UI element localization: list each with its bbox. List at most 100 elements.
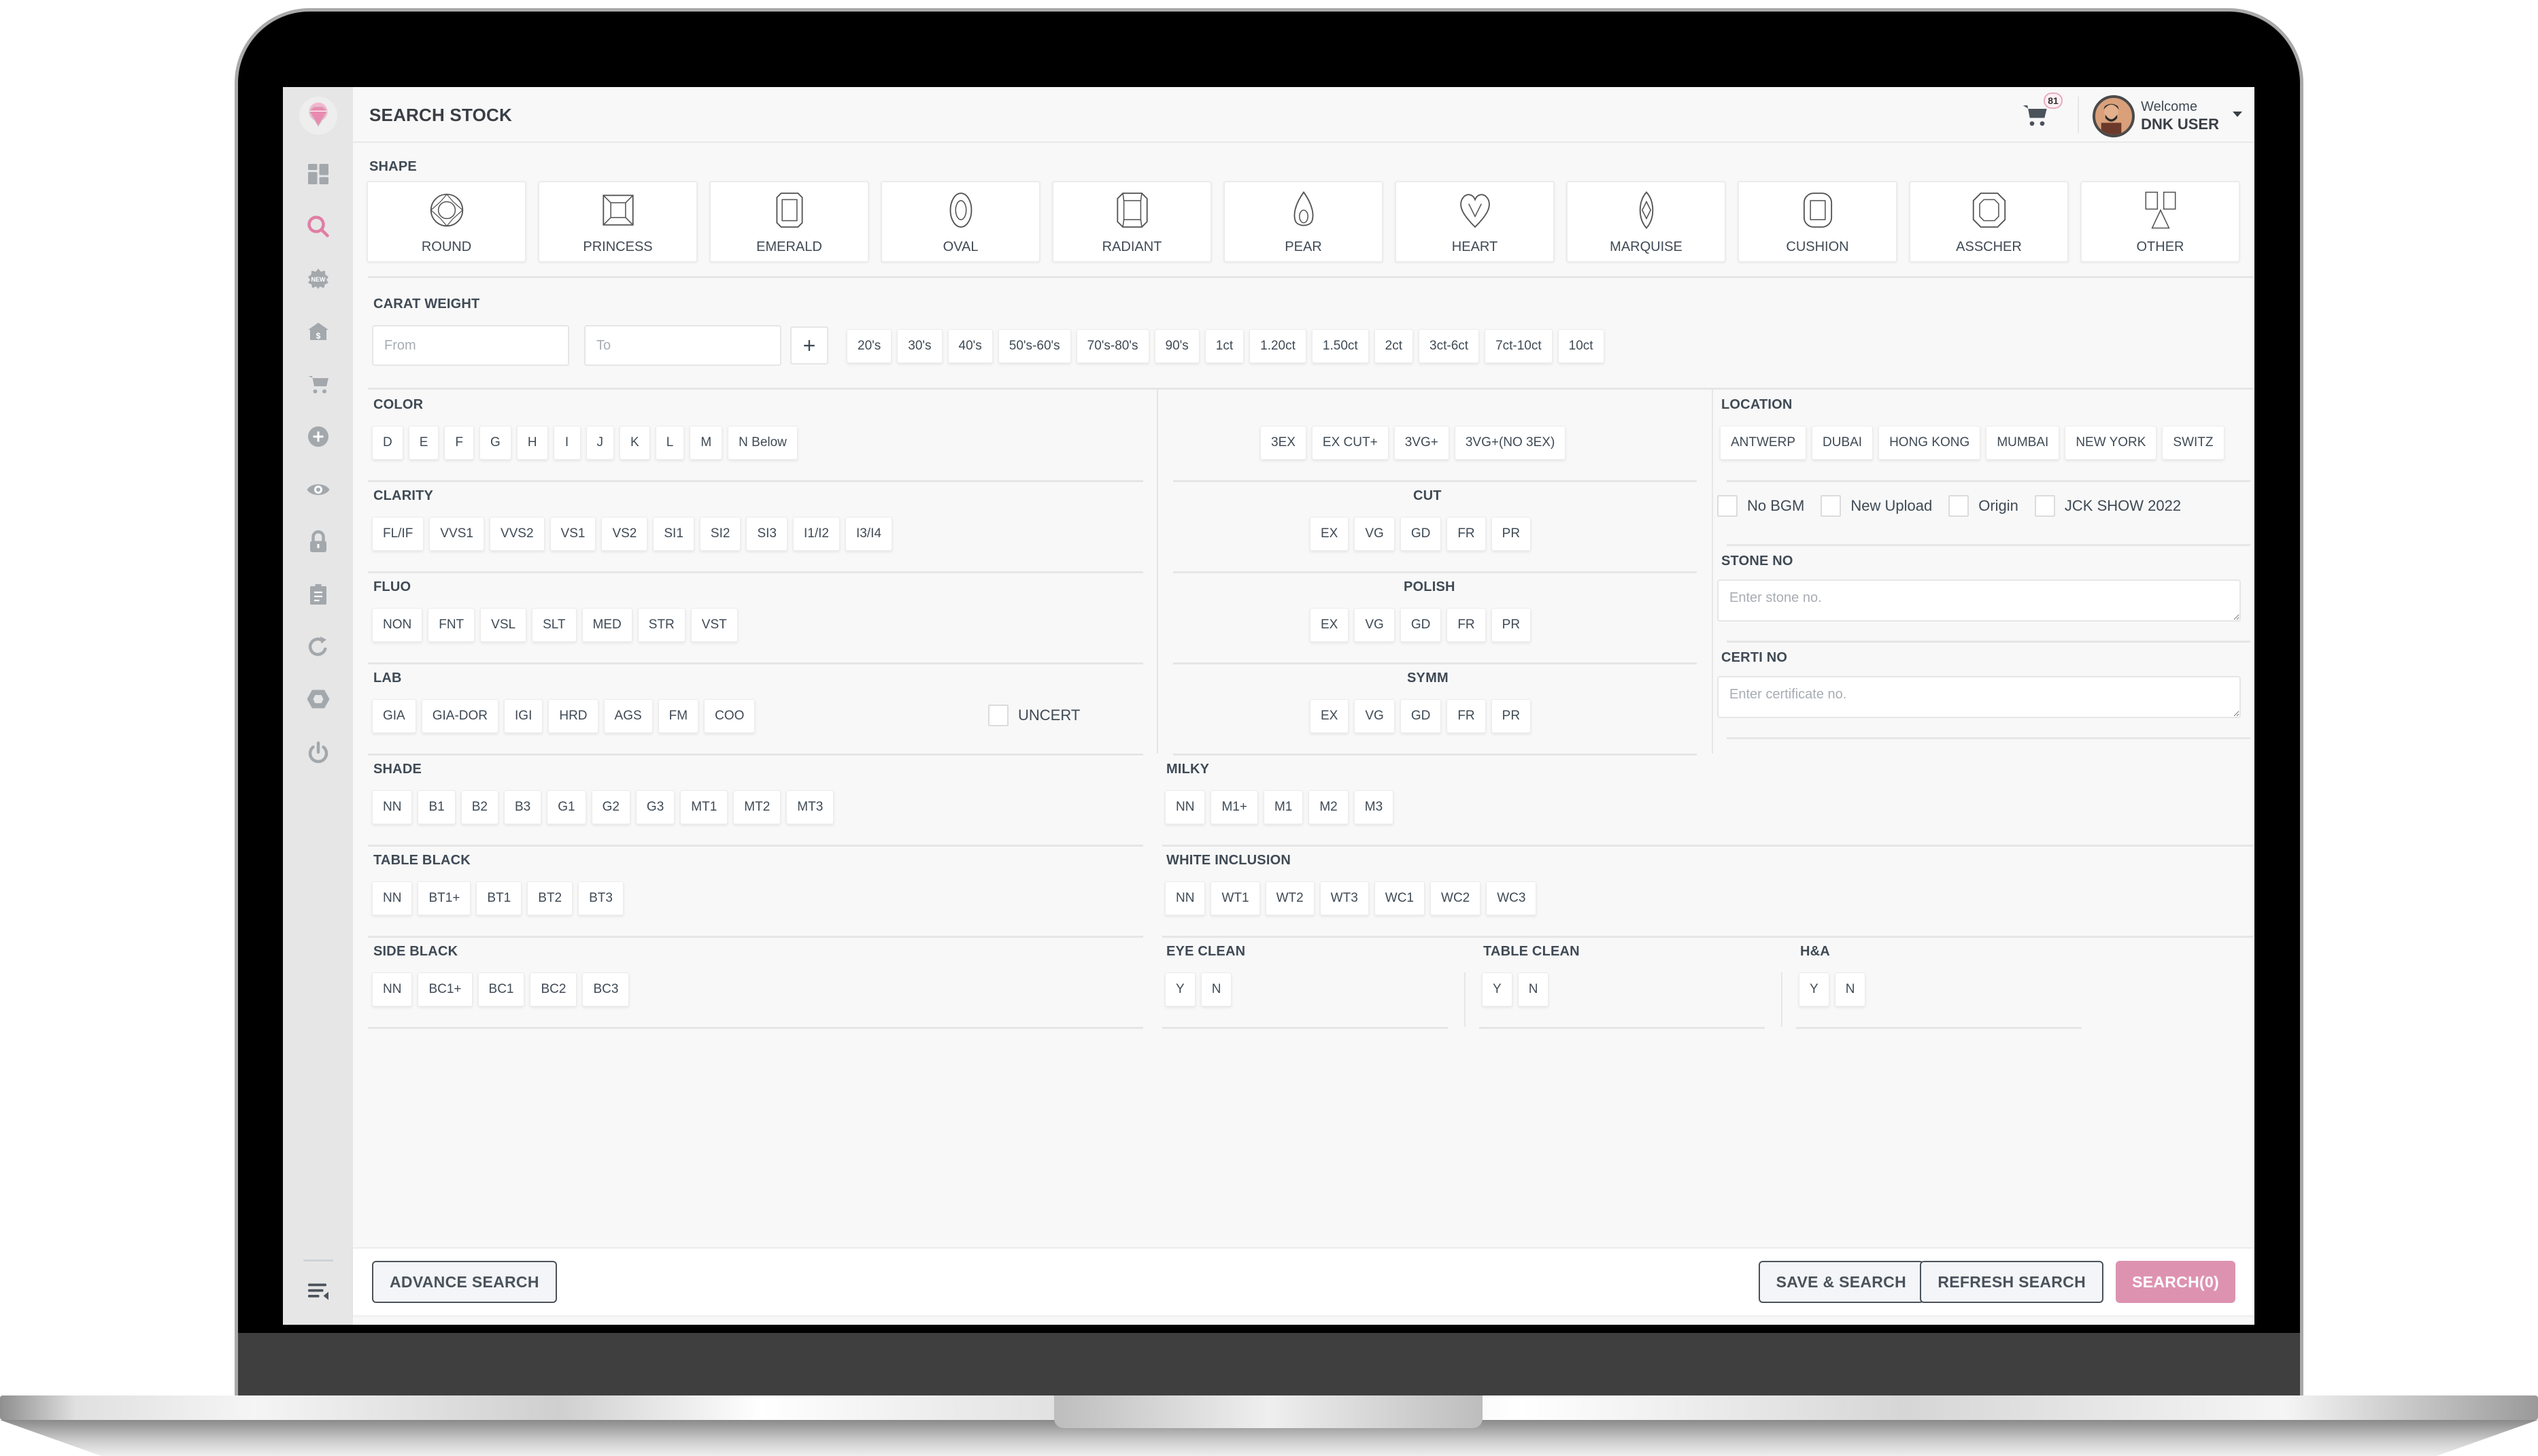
location-chip[interactable]: DUBAI	[1812, 426, 1874, 460]
checkbox-box[interactable]	[1948, 495, 1969, 517]
color-chip[interactable]: L	[655, 426, 685, 460]
add-carat-range-button[interactable]: +	[790, 326, 828, 365]
lab-chip[interactable]: GIA	[372, 699, 416, 733]
fluo-chip[interactable]: MED	[581, 608, 632, 642]
uncert-checkbox-box[interactable]	[988, 705, 1009, 726]
clipboard-icon[interactable]	[303, 579, 333, 609]
flag-checkbox-jck-show-2022[interactable]: JCK SHOW 2022	[2034, 495, 2181, 517]
location-chip[interactable]: MUMBAI	[1986, 426, 2060, 460]
shade-chip[interactable]: MT3	[786, 790, 834, 824]
refresh-search-button[interactable]: REFRESH SEARCH	[1920, 1261, 2103, 1303]
table-clean-chip[interactable]: N	[1517, 972, 1549, 1006]
clarity-chip[interactable]: SI1	[653, 517, 694, 551]
side-black-chip[interactable]: BC1+	[418, 972, 473, 1006]
lab-chip[interactable]: HRD	[548, 699, 598, 733]
cut-chip[interactable]: PR	[1491, 517, 1532, 551]
carat-preset-chip[interactable]: 2ct	[1374, 329, 1414, 363]
fluo-chip[interactable]: SLT	[532, 608, 577, 642]
cut-chip[interactable]: EX	[1310, 517, 1349, 551]
user-menu-caret-icon[interactable]	[2233, 112, 2242, 117]
eye-clean-chip[interactable]: N	[1200, 972, 1232, 1006]
location-chip[interactable]: ANTWERP	[1720, 426, 1806, 460]
carat-preset-chip[interactable]: 20's	[847, 329, 892, 363]
color-chip[interactable]: F	[444, 426, 475, 460]
make-chip[interactable]: EX CUT+	[1311, 426, 1389, 460]
shade-chip[interactable]: NN	[372, 790, 413, 824]
user-avatar[interactable]	[2093, 95, 2135, 137]
milky-chip[interactable]: M2	[1308, 790, 1349, 824]
color-chip[interactable]: K	[620, 426, 650, 460]
new-badge-icon[interactable]: NEW	[303, 264, 333, 294]
lab-chip[interactable]: COO	[704, 699, 756, 733]
white-inclusion-chip[interactable]: NN	[1165, 881, 1206, 915]
color-chip[interactable]: H	[516, 426, 548, 460]
uncert-checkbox[interactable]: UNCERT	[988, 705, 1080, 726]
white-inclusion-chip[interactable]: WC3	[1486, 881, 1537, 915]
menu-collapse-icon[interactable]	[303, 1276, 333, 1306]
clarity-chip[interactable]: SI2	[699, 517, 741, 551]
checkbox-box[interactable]	[1821, 495, 1842, 517]
fluo-chip[interactable]: VST	[690, 608, 738, 642]
location-chip[interactable]: SWITZ	[2162, 426, 2224, 460]
carat-preset-chip[interactable]: 3ct-6ct	[1419, 329, 1480, 363]
table-black-chip[interactable]: BT2	[527, 881, 573, 915]
lock-icon[interactable]	[303, 527, 333, 557]
location-chip[interactable]: NEW YORK	[2065, 426, 2157, 460]
make-chip[interactable]: 3VG+(NO 3EX)	[1454, 426, 1566, 460]
white-inclusion-chip[interactable]: WT1	[1211, 881, 1260, 915]
checkbox-box[interactable]	[1717, 495, 1738, 517]
fluo-chip[interactable]: VSL	[480, 608, 527, 642]
shape-heart[interactable]: HEART	[1395, 181, 1555, 263]
carat-preset-chip[interactable]: 1.50ct	[1311, 329, 1369, 363]
flag-checkbox-no-bgm[interactable]: No BGM	[1717, 495, 1804, 517]
side-black-chip[interactable]: BC2	[530, 972, 577, 1006]
shape-pear[interactable]: PEAR	[1223, 181, 1383, 263]
shape-radiant[interactable]: RADIANT	[1052, 181, 1212, 263]
table-black-chip[interactable]: BT3	[578, 881, 624, 915]
shade-chip[interactable]: B3	[503, 790, 542, 824]
milky-chip[interactable]: M3	[1353, 790, 1394, 824]
clarity-chip[interactable]: VS1	[549, 517, 596, 551]
table-black-chip[interactable]: BT1	[476, 881, 522, 915]
shape-marquise[interactable]: MARQUISE	[1566, 181, 1726, 263]
flag-checkbox-origin[interactable]: Origin	[1948, 495, 2018, 517]
shade-chip[interactable]: B1	[418, 790, 456, 824]
symm-chip[interactable]: FR	[1446, 699, 1486, 733]
symm-chip[interactable]: EX	[1310, 699, 1349, 733]
color-chip[interactable]: J	[586, 426, 615, 460]
search-button[interactable]: SEARCH(0)	[2116, 1261, 2235, 1303]
shape-cushion[interactable]: CUSHION	[1738, 181, 1897, 263]
carat-preset-chip[interactable]: 30's	[897, 329, 943, 363]
carat-preset-chip[interactable]: 50's-60's	[998, 329, 1071, 363]
side-black-chip[interactable]: NN	[372, 972, 413, 1006]
clarity-chip[interactable]: VS2	[601, 517, 648, 551]
color-chip[interactable]: D	[372, 426, 403, 460]
white-inclusion-chip[interactable]: WT3	[1319, 881, 1369, 915]
carat-preset-chip[interactable]: 40's	[947, 329, 993, 363]
shade-chip[interactable]: MT2	[733, 790, 781, 824]
milky-chip[interactable]: M1	[1263, 790, 1304, 824]
cart-icon[interactable]	[303, 369, 333, 399]
clarity-chip[interactable]: VVS2	[489, 517, 545, 551]
certi-no-input[interactable]	[1717, 676, 2241, 718]
color-chip[interactable]: G	[479, 426, 511, 460]
make-chip[interactable]: 3EX	[1260, 426, 1306, 460]
white-inclusion-chip[interactable]: WC2	[1430, 881, 1481, 915]
dashboard-icon[interactable]	[303, 159, 333, 189]
shade-chip[interactable]: G3	[635, 790, 675, 824]
clarity-chip[interactable]: I1/I2	[792, 517, 840, 551]
table-clean-chip[interactable]: Y	[1482, 972, 1512, 1006]
milky-chip[interactable]: NN	[1165, 790, 1206, 824]
save-and-search-button[interactable]: SAVE & SEARCH	[1758, 1261, 1924, 1303]
user-welcome[interactable]: Welcome DNK USER	[2141, 98, 2219, 133]
carat-preset-chip[interactable]: 1.20ct	[1249, 329, 1306, 363]
color-chip[interactable]: N Below	[728, 426, 798, 460]
shape-other[interactable]: OTHER	[2080, 181, 2240, 263]
table-black-chip[interactable]: BT1+	[418, 881, 471, 915]
symm-chip[interactable]: GD	[1400, 699, 1442, 733]
shape-oval[interactable]: OVAL	[881, 181, 1040, 263]
polish-chip[interactable]: VG	[1354, 608, 1395, 642]
symm-chip[interactable]: VG	[1354, 699, 1395, 733]
color-chip[interactable]: M	[690, 426, 723, 460]
table-black-chip[interactable]: NN	[372, 881, 413, 915]
